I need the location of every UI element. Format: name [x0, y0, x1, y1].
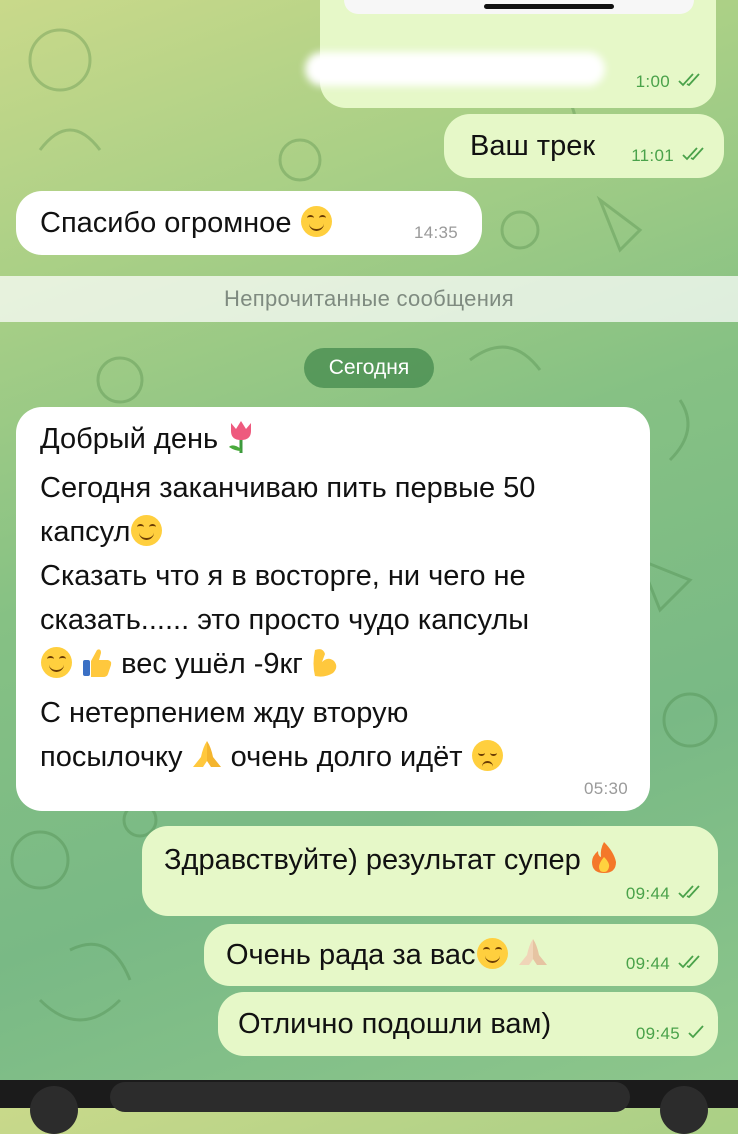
fire-emoji — [589, 840, 619, 887]
message-time: 1:00 — [636, 72, 704, 92]
double-check-icon — [678, 884, 704, 904]
flexed-biceps-emoji — [311, 646, 341, 691]
message-time: 14:35 — [413, 223, 458, 242]
message-text: Очень рада за вас — [226, 933, 549, 982]
message-text: Спасибо огромное — [40, 201, 333, 245]
voice-button[interactable] — [660, 1086, 708, 1134]
smile-emoji — [300, 206, 332, 237]
tulip-emoji — [226, 419, 256, 466]
double-check-icon — [682, 146, 708, 166]
double-check-icon — [678, 72, 704, 92]
message-text: Ваш трек — [470, 130, 596, 162]
attach-button[interactable] — [30, 1086, 78, 1134]
message-time: 09:44 — [626, 884, 704, 904]
folded-hands-emoji — [517, 937, 549, 982]
redacted-text — [305, 52, 605, 86]
composer-bar — [0, 1080, 738, 1134]
message-text: Отлично подошли вам) — [238, 1008, 552, 1040]
screenshot-preview[interactable] — [344, 0, 694, 14]
unread-messages-separator: Непрочитанные сообщения — [0, 276, 738, 322]
thumbs-up-emoji — [81, 646, 113, 691]
pensive-emoji — [471, 740, 503, 771]
smile-emoji — [41, 647, 72, 678]
message-result-super[interactable]: Здравствуйте) результат супер 09:44 — [142, 826, 718, 916]
date-pill: Сегодня — [304, 348, 434, 388]
message-review[interactable]: Добрый день Сегодня заканчиваю пить перв… — [16, 407, 650, 811]
smile-emoji — [476, 938, 508, 969]
double-check-icon — [678, 954, 704, 974]
folded-hands-emoji — [191, 739, 223, 784]
message-time: 09:45 — [636, 1024, 704, 1044]
smile-emoji — [131, 515, 163, 546]
message-time: 05:30 — [583, 779, 628, 798]
message-track[interactable]: Ваш трек 11:01 — [444, 114, 724, 178]
message-time: 11:01 — [631, 146, 708, 166]
message-happy-for-you[interactable]: Очень рада за вас 09:44 — [204, 924, 718, 986]
message-thanks[interactable]: Спасибо огромное 14:35 — [16, 191, 482, 255]
message-fit-well[interactable]: Отлично подошли вам) 09:45 — [218, 992, 718, 1056]
message-time: 09:44 — [626, 954, 704, 974]
message-text: Здравствуйте) результат супер — [164, 838, 619, 887]
single-check-icon — [688, 1024, 704, 1044]
message-text: Добрый день Сегодня заканчиваю пить перв… — [40, 417, 640, 784]
